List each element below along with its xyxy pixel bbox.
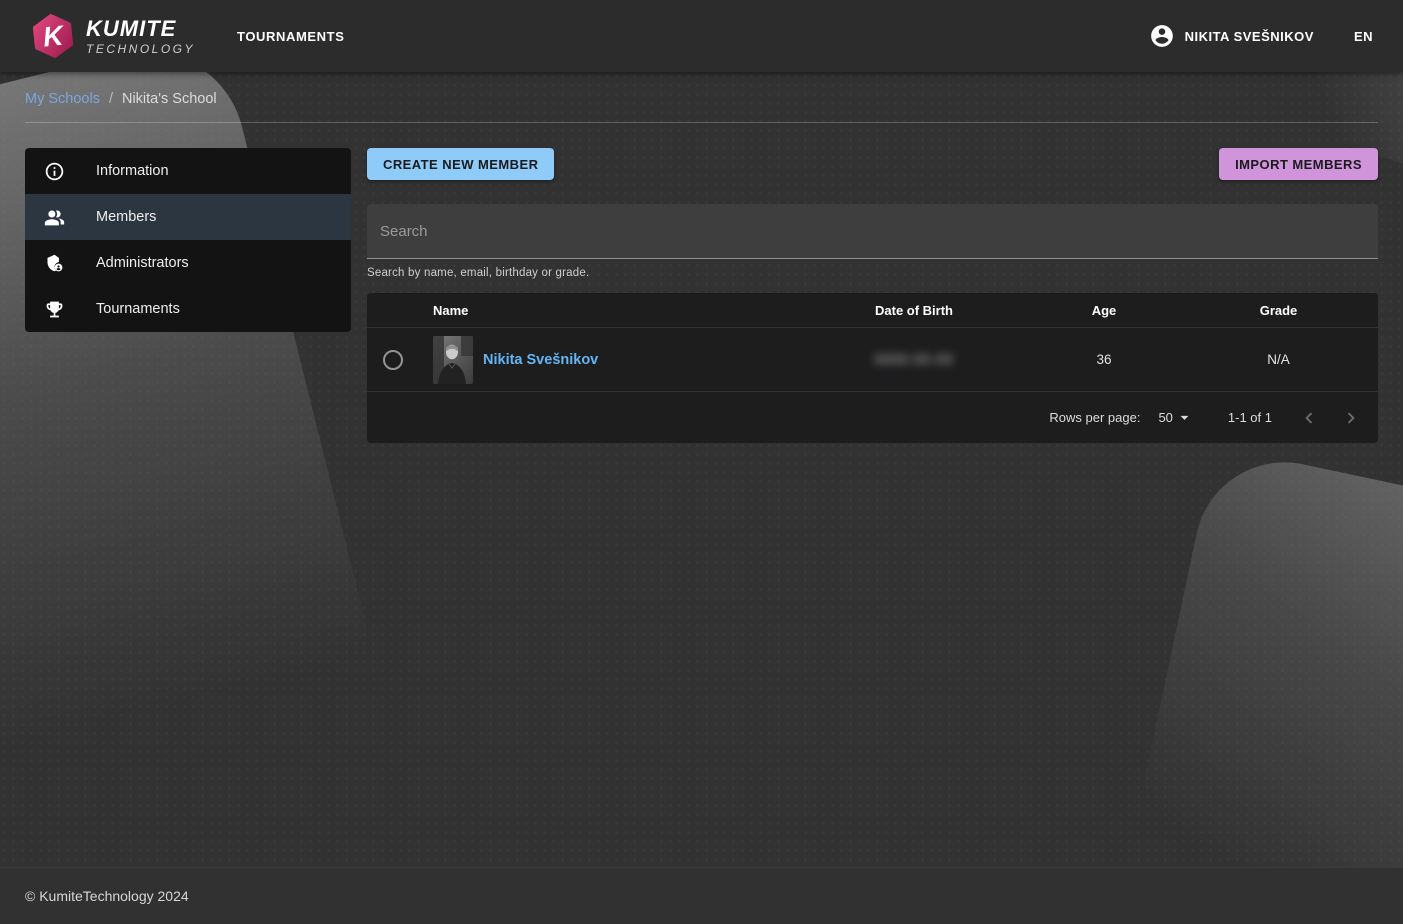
search-input[interactable] bbox=[367, 204, 1378, 259]
members-table: Name Date of Birth Age Grade bbox=[367, 293, 1378, 443]
breadcrumb-current-school: Nikita's School bbox=[122, 91, 217, 107]
sidebar-item-label: Tournaments bbox=[96, 301, 180, 317]
people-icon bbox=[44, 207, 65, 228]
app-header: K KUMITE TECHNOLOGY TOURNAMENTS NIKITA S… bbox=[0, 0, 1403, 72]
brand-logo[interactable]: K KUMITE TECHNOLOGY bbox=[30, 13, 195, 59]
breadcrumb: My Schools / Nikita's School bbox=[0, 72, 1403, 107]
nav-tournaments[interactable]: TOURNAMENTS bbox=[237, 29, 344, 44]
user-menu[interactable]: NIKITA SVEŠNIKOV bbox=[1149, 23, 1314, 49]
caret-down-icon bbox=[1175, 408, 1194, 427]
rows-per-page-value: 50 bbox=[1158, 410, 1172, 425]
previous-page-button[interactable] bbox=[1296, 405, 1322, 431]
sidebar-item-tournaments[interactable]: Tournaments bbox=[25, 286, 351, 332]
brand-name: KUMITE bbox=[86, 18, 195, 40]
copyright-text: © KumiteTechnology 2024 bbox=[25, 888, 189, 904]
member-name-link[interactable]: Nikita Svešnikov bbox=[483, 352, 598, 368]
column-header-grade: Grade bbox=[1179, 303, 1378, 318]
admin-shield-icon bbox=[44, 253, 65, 274]
kumite-hexagon-logo-icon: K bbox=[28, 11, 79, 62]
pagination-range: 1-1 of 1 bbox=[1228, 410, 1272, 425]
table-row: Nikita Svešnikov 0000-00-00 36 N/A bbox=[367, 328, 1378, 392]
sidebar-item-label: Members bbox=[96, 209, 156, 225]
import-members-button[interactable]: IMPORT MEMBERS bbox=[1219, 148, 1378, 180]
member-grade: N/A bbox=[1179, 352, 1378, 367]
info-icon bbox=[44, 161, 65, 182]
sidebar-item-members[interactable]: Members bbox=[25, 194, 351, 240]
breadcrumb-divider bbox=[25, 122, 1378, 123]
sidebar-item-label: Information bbox=[96, 163, 169, 179]
breadcrumb-my-schools[interactable]: My Schools bbox=[25, 91, 100, 107]
column-header-dob: Date of Birth bbox=[799, 303, 1029, 318]
breadcrumb-separator: / bbox=[109, 91, 113, 107]
member-age: 36 bbox=[1029, 352, 1179, 367]
sidebar-item-information[interactable]: Information bbox=[25, 148, 351, 194]
next-page-button[interactable] bbox=[1338, 405, 1364, 431]
school-sidebar: Information Members Administrators bbox=[25, 148, 351, 332]
language-selector[interactable]: EN bbox=[1354, 29, 1373, 44]
row-select-radio[interactable] bbox=[383, 350, 403, 370]
member-avatar bbox=[433, 336, 473, 384]
search-helper-text: Search by name, email, birthday or grade… bbox=[367, 267, 1378, 279]
user-name: NIKITA SVEŠNIKOV bbox=[1185, 29, 1314, 44]
rows-per-page-select[interactable]: 50 bbox=[1158, 408, 1193, 427]
rows-per-page-label: Rows per page: bbox=[1049, 410, 1140, 425]
sidebar-item-label: Administrators bbox=[96, 255, 189, 271]
chevron-right-icon bbox=[1340, 407, 1362, 429]
members-toolbar: CREATE NEW MEMBER IMPORT MEMBERS bbox=[367, 148, 1378, 180]
table-header-row: Name Date of Birth Age Grade bbox=[367, 293, 1378, 328]
brand-subtitle: TECHNOLOGY bbox=[86, 43, 195, 55]
account-circle-icon bbox=[1149, 23, 1175, 49]
trophy-icon bbox=[44, 299, 65, 320]
column-header-age: Age bbox=[1029, 303, 1179, 318]
page-footer: © KumiteTechnology 2024 bbox=[0, 867, 1403, 924]
column-header-name: Name bbox=[419, 303, 799, 318]
create-new-member-button[interactable]: CREATE NEW MEMBER bbox=[367, 148, 554, 180]
decorative-shape-right bbox=[1126, 446, 1403, 924]
chevron-left-icon bbox=[1298, 407, 1320, 429]
sidebar-item-administrators[interactable]: Administrators bbox=[25, 240, 351, 286]
table-pagination: Rows per page: 50 1-1 of 1 bbox=[367, 392, 1378, 443]
member-dob-redacted: 0000-00-00 bbox=[874, 352, 953, 367]
